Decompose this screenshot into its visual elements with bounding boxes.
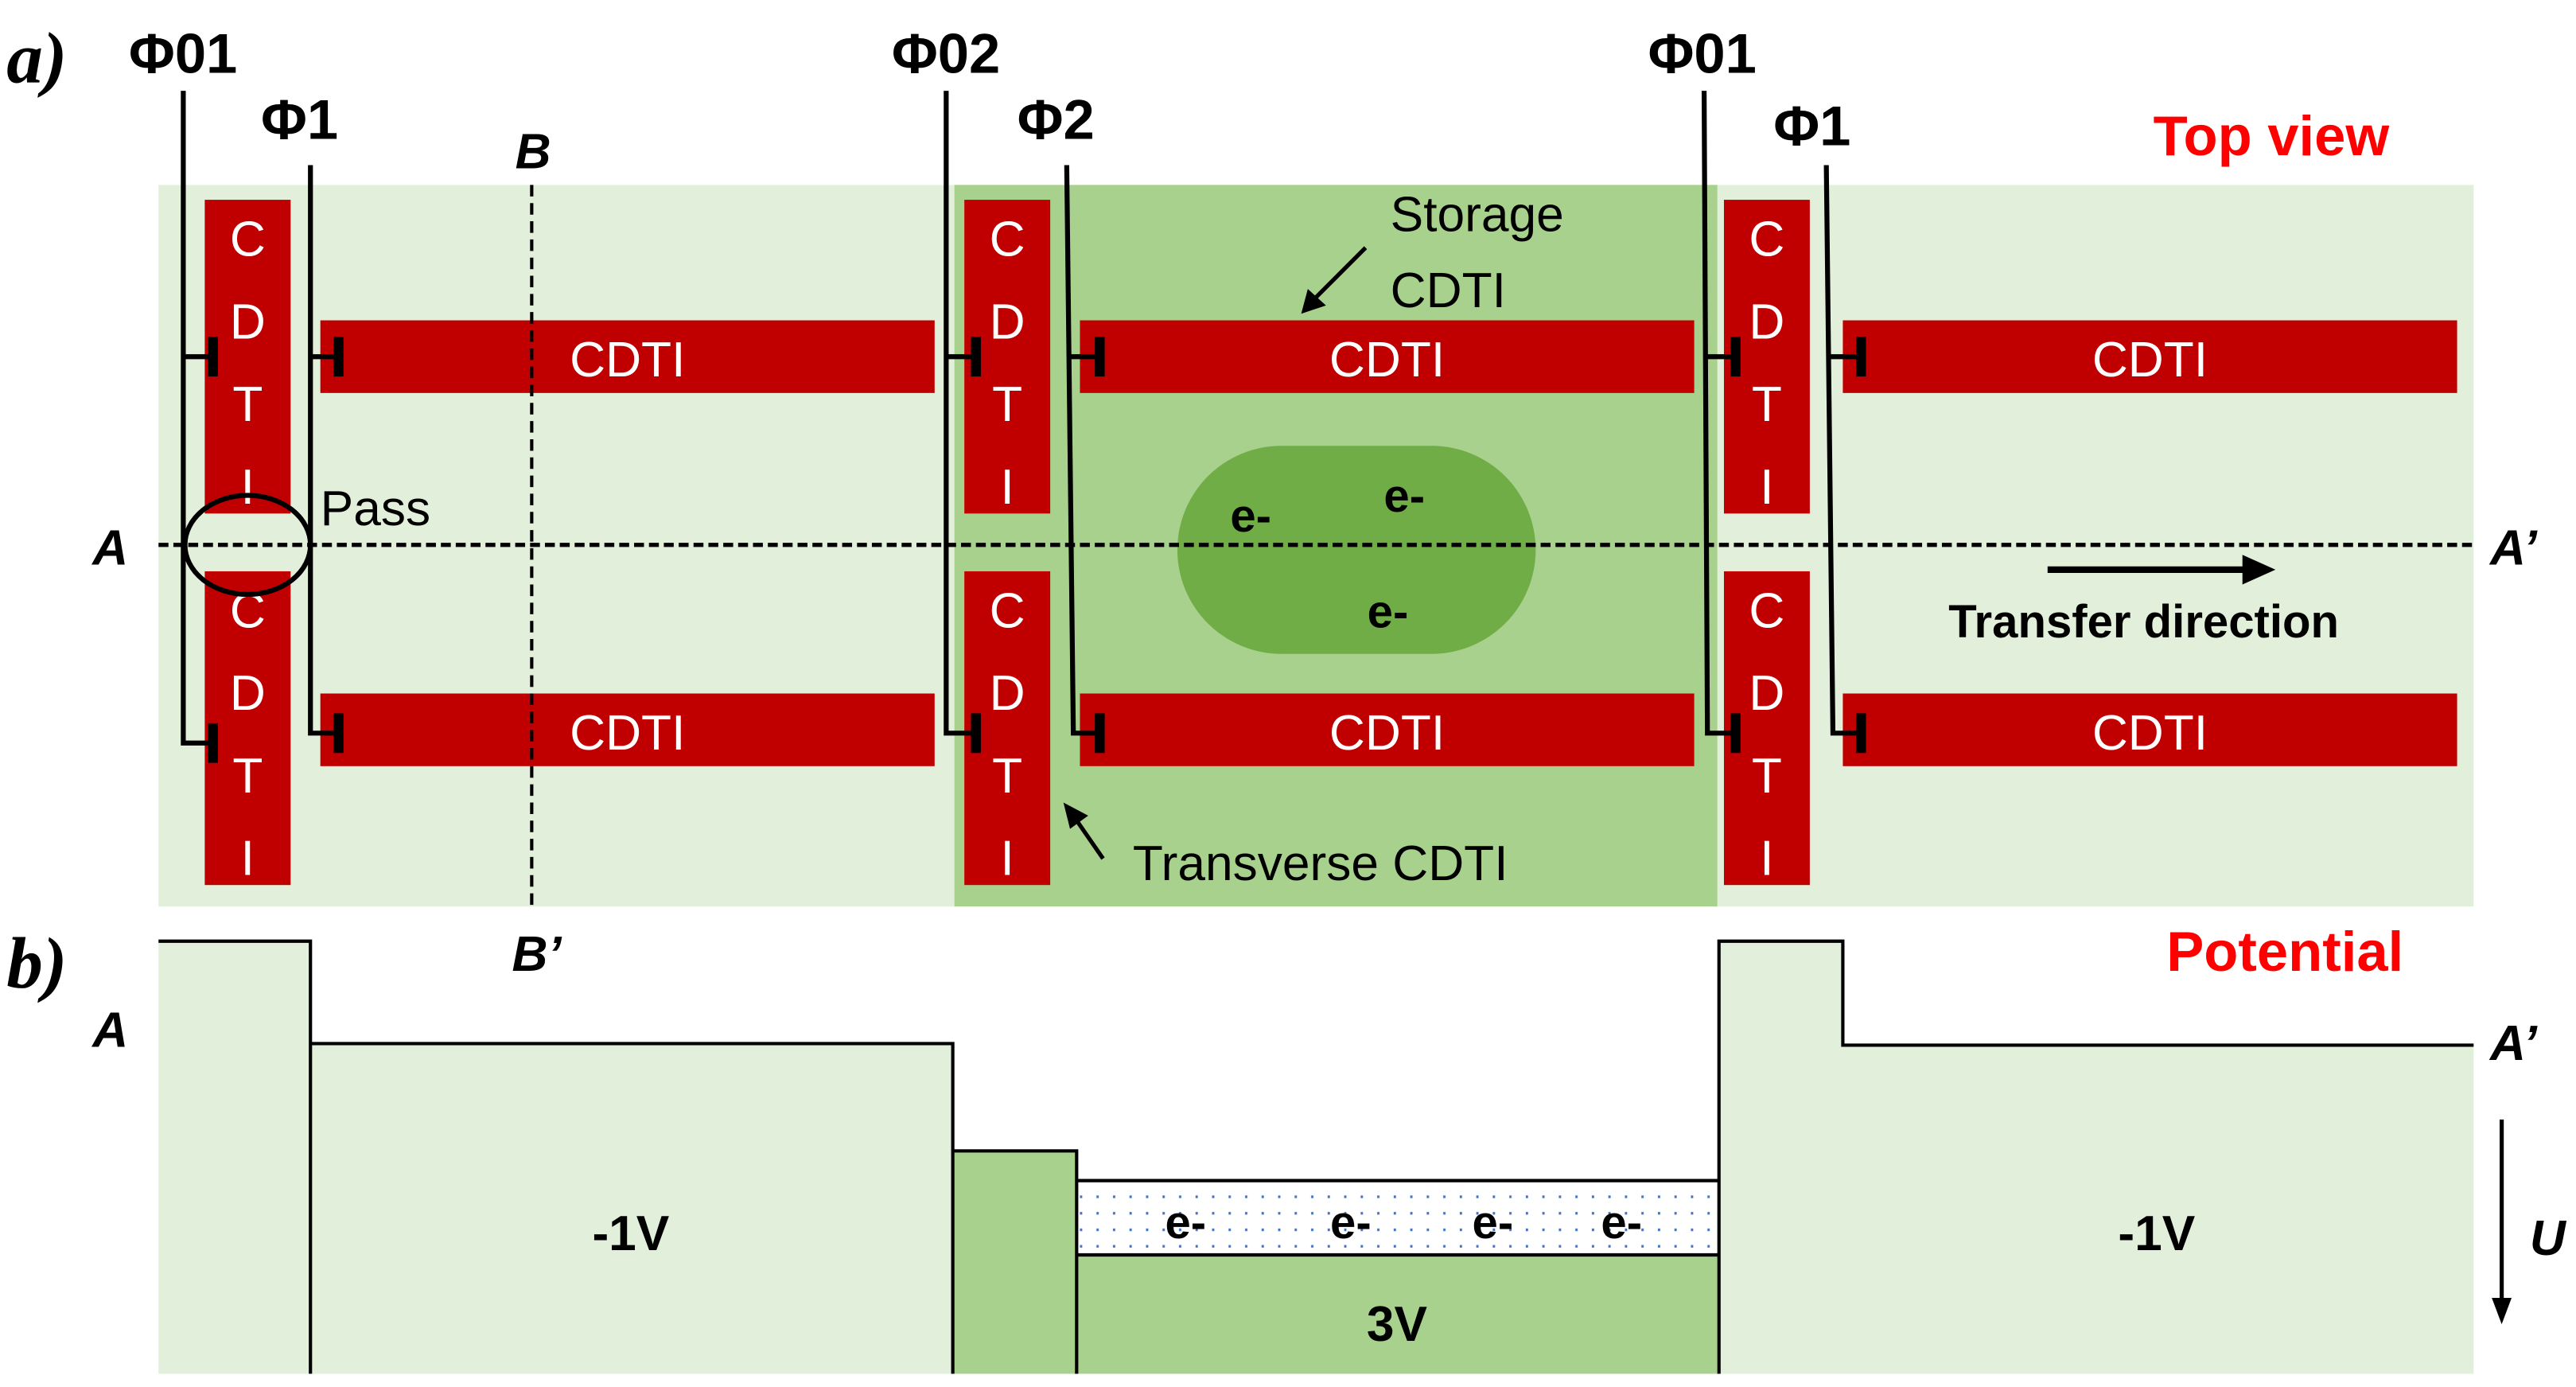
cdti-letter: D [1749, 666, 1784, 721]
electron-label: e- [1601, 1197, 1642, 1249]
phase-label-phi2: Φ2 [1018, 88, 1095, 150]
phase-label-phi02: Φ02 [892, 21, 1000, 84]
panel-b-letter: b) [6, 923, 67, 1003]
diagram-canvas: C D T I C D T I C D T I C D T I C D T I … [6, 18, 2567, 1374]
potential-down-arrow-icon [2492, 1119, 2512, 1325]
panel-a-top-view: C D T I C D T I C D T I C D T I C D T I … [6, 18, 2538, 982]
cdti-letter: D [990, 294, 1025, 349]
section-label-a-prime: A’ [2488, 521, 2539, 576]
cdti-letter: T [1752, 749, 1782, 804]
cdti-label: CDTI [570, 706, 685, 761]
electron-label: e- [1383, 470, 1425, 522]
cdti-letter: D [230, 294, 266, 349]
panel-a-letter: a) [6, 18, 67, 99]
phase-label-phi1: Φ1 [261, 88, 338, 150]
figure: C D T I C D T I C D T I C D T I C D T I … [0, 0, 2576, 1387]
cdti-letter: T [232, 749, 263, 804]
electron-label: e- [1165, 1197, 1206, 1249]
cdti-letter: T [992, 377, 1022, 432]
cdti-letter: C [1749, 212, 1784, 267]
pass-label: Pass [321, 481, 430, 536]
cdti-letter: I [1760, 460, 1773, 515]
transfer-direction-label: Transfer direction [1948, 596, 2339, 648]
cdti-letter: T [1752, 377, 1782, 432]
cdti-label: CDTI [2092, 706, 2208, 761]
section-label-b-prime: B’ [512, 927, 562, 982]
storage-cdti-annotation: Storage [1391, 188, 1564, 243]
phase-labels: Φ01 Φ1 Φ02 Φ2 Φ01 Φ1 [129, 21, 1850, 157]
cdti-letter: T [992, 749, 1022, 804]
cdti-letter: D [990, 666, 1025, 721]
cdti-label: CDTI [1329, 706, 1445, 761]
electron-label: e- [1368, 586, 1409, 638]
electron-label: e- [1330, 1197, 1372, 1249]
electron-label: e- [1230, 490, 1271, 542]
barrier-phi02 [952, 1151, 1077, 1374]
phase-label-phi01: Φ01 [1648, 21, 1756, 84]
electron-label: e- [1473, 1197, 1514, 1249]
cdti-label: CDTI [1329, 333, 1445, 388]
cdti-letter: C [990, 584, 1025, 639]
voltage-left: -1V [592, 1206, 669, 1261]
storage-cdti-annotation-line2: CDTI [1391, 263, 1506, 318]
section-label-b: B [516, 125, 551, 180]
cdti-letter: C [1749, 584, 1784, 639]
voltage-right: -1V [2118, 1206, 2195, 1261]
cdti-letter: I [1760, 832, 1773, 886]
cdti-letter: D [1749, 294, 1784, 349]
phase-label-phi1: Φ1 [1773, 95, 1850, 158]
panel-a-title: Top view [2154, 104, 2391, 167]
potential-label-a: A [91, 1003, 128, 1058]
cdti-letter: I [241, 460, 255, 515]
cdti-letter: D [230, 666, 266, 721]
transverse-cdti-annotation: Transverse CDTI [1133, 836, 1508, 891]
electron-cloud [1177, 446, 1536, 654]
cdti-letter: I [1000, 832, 1014, 886]
barrier-phi01-left [158, 941, 311, 1374]
cdti-letter: C [990, 212, 1025, 267]
cdti-letter: T [232, 377, 263, 432]
cdti-letter: I [1000, 460, 1014, 515]
phase-label-phi01: Φ01 [129, 21, 237, 84]
barrier-phi01-right [1718, 941, 1843, 1374]
panel-b-title: Potential [2166, 920, 2403, 983]
panel-b-potential: -1V 3V -1V e- e- e- e- A A’ U b) Potenti… [6, 920, 2567, 1374]
cdti-letter: I [241, 832, 255, 886]
section-label-a: A [91, 521, 128, 576]
voltage-storage: 3V [1367, 1297, 1428, 1352]
potential-axis-u: U [2530, 1211, 2567, 1266]
cdti-letter: C [230, 212, 266, 267]
potential-label-a-prime: A’ [2488, 1016, 2539, 1071]
cdti-label: CDTI [570, 333, 685, 388]
cdti-label: CDTI [2092, 333, 2208, 388]
